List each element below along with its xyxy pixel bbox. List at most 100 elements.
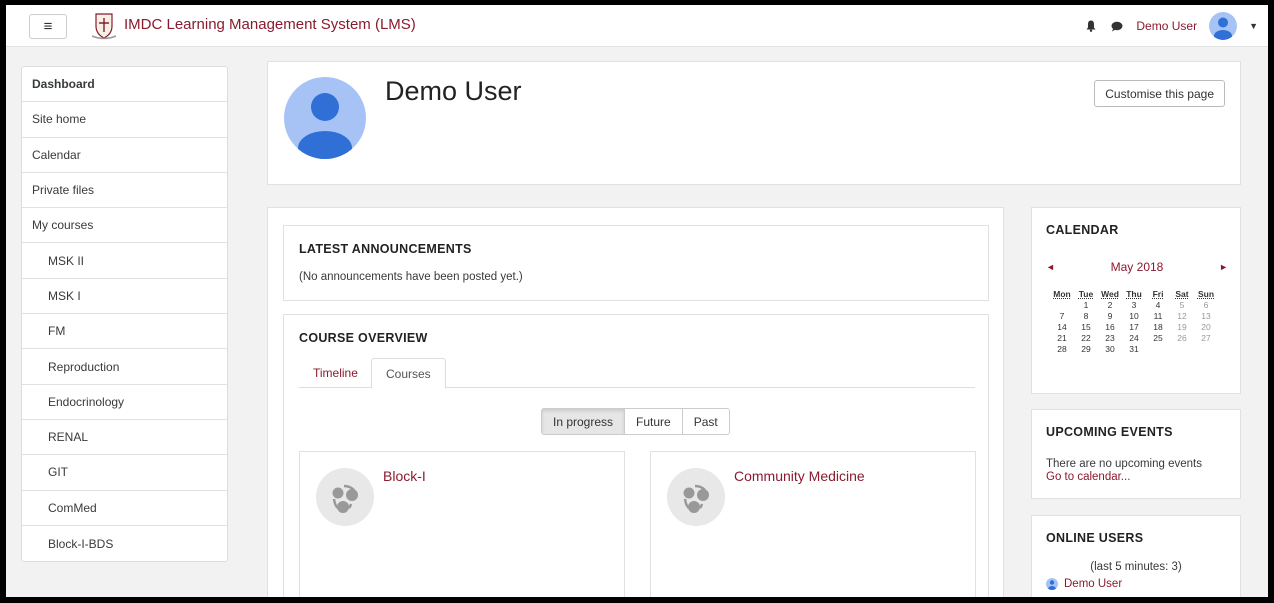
calendar-day[interactable]: 30 [1098, 344, 1122, 355]
online-user-name[interactable]: Demo User [1064, 578, 1122, 590]
weekday-header: Fri [1152, 288, 1164, 299]
course-icon [667, 468, 725, 526]
tab-timeline[interactable]: Timeline [299, 358, 372, 388]
calendar-day[interactable]: 11 [1146, 311, 1170, 322]
weekday-header: Wed [1101, 288, 1119, 299]
calendar-day[interactable]: 29 [1074, 344, 1098, 355]
course-name-link[interactable]: Community Medicine [734, 468, 865, 484]
customise-page-button[interactable]: Customise this page [1094, 80, 1225, 107]
navbar-user-area: Demo User ▼ [1084, 11, 1258, 41]
block-title: ONLINE USERS [1046, 531, 1144, 545]
sidebar-item-calendar[interactable]: Calendar [22, 138, 227, 173]
weekday-header: Sat [1175, 288, 1189, 299]
calendar-day[interactable] [1194, 344, 1218, 355]
calendar-day[interactable]: 20 [1194, 322, 1218, 333]
sidebar-course-item[interactable]: MSK I [22, 279, 227, 315]
go-to-calendar-link[interactable]: Go to calendar... [1046, 471, 1130, 483]
online-users-block: ONLINE USERS (last 5 minutes: 3) Demo Us… [1031, 515, 1241, 597]
course-card[interactable]: Community Medicine [650, 451, 976, 597]
calendar-day[interactable]: 12 [1170, 311, 1194, 322]
filter-in-progress-button[interactable]: In progress [542, 409, 625, 434]
calendar-day[interactable]: 4 [1146, 300, 1170, 311]
latest-announcements-block: LATEST ANNOUNCEMENTS (No announcements h… [283, 225, 989, 301]
calendar-day[interactable]: 8 [1074, 311, 1098, 322]
announcements-text: (No announcements have been posted yet.) [299, 271, 523, 283]
sidebar-item-my-courses[interactable]: My courses [22, 208, 227, 244]
calendar-day[interactable]: 21 [1050, 333, 1074, 344]
sidebar-item-site-home[interactable]: Site home [22, 102, 227, 138]
overview-tabs: Timeline Courses [299, 358, 975, 389]
sidebar-item-private-files[interactable]: Private files [22, 173, 227, 209]
calendar-day[interactable]: 19 [1170, 322, 1194, 333]
calendar-day[interactable]: 6 [1194, 300, 1218, 311]
calendar-day[interactable] [1050, 300, 1074, 311]
calendar-day[interactable]: 3 [1122, 300, 1146, 311]
weekday-header: Thu [1126, 288, 1142, 299]
bell-icon[interactable] [1084, 19, 1098, 33]
sidebar-course-item[interactable]: Reproduction [22, 349, 227, 385]
block-title: LATEST ANNOUNCEMENTS [299, 242, 472, 256]
sidebar-course-item[interactable]: ComMed [22, 491, 227, 526]
sidebar-course-item[interactable]: RENAL [22, 420, 227, 456]
previous-month-icon[interactable]: ◄ [1046, 262, 1055, 272]
calendar-day[interactable]: 23 [1098, 333, 1122, 344]
course-name-link[interactable]: Block-I [383, 468, 426, 484]
sidebar-course-item[interactable]: Endocrinology [22, 385, 227, 420]
block-title: UPCOMING EVENTS [1046, 425, 1173, 439]
calendar-day[interactable]: 16 [1098, 322, 1122, 333]
sidebar-course-item[interactable]: FM [22, 314, 227, 350]
calendar-day[interactable] [1146, 344, 1170, 355]
calendar-week-row: 14 15 16 17 18 19 20 [1050, 322, 1218, 333]
calendar-day[interactable]: 14 [1050, 322, 1074, 333]
chevron-down-icon[interactable]: ▼ [1249, 21, 1258, 31]
calendar-day[interactable]: 27 [1194, 333, 1218, 344]
online-user-item[interactable]: Demo User [1046, 578, 1122, 590]
weekday-header: Tue [1078, 288, 1094, 299]
filter-future-button[interactable]: Future [624, 409, 682, 434]
calendar-month-link[interactable]: May 2018 [1111, 260, 1164, 274]
calendar-day[interactable]: 7 [1050, 311, 1074, 322]
calendar-day[interactable]: 26 [1170, 333, 1194, 344]
calendar-day[interactable]: 22 [1074, 333, 1098, 344]
sidebar-course-item[interactable]: GIT [22, 455, 227, 491]
main-content-region: LATEST ANNOUNCEMENTS (No announcements h… [267, 207, 1004, 597]
calendar-day[interactable]: 10 [1122, 311, 1146, 322]
next-month-icon[interactable]: ► [1219, 262, 1228, 272]
hamburger-menu-button[interactable]: ≡ [29, 14, 67, 39]
calendar-day[interactable]: 5 [1170, 300, 1194, 311]
profile-avatar[interactable] [284, 77, 366, 159]
sidebar-item-dashboard[interactable]: Dashboard [22, 67, 227, 103]
calendar-day[interactable]: 9 [1098, 311, 1122, 322]
calendar-week-row: 7 8 9 10 11 12 13 [1050, 311, 1218, 322]
college-crest-logo [91, 13, 117, 40]
calendar-day[interactable]: 25 [1146, 333, 1170, 344]
calendar-week-row: 28 29 30 31 [1050, 344, 1218, 355]
user-avatar[interactable] [1209, 12, 1238, 40]
course-overview-block: COURSE OVERVIEW Timeline Courses In prog… [283, 314, 989, 597]
calendar-day[interactable]: 24 [1122, 333, 1146, 344]
calendar-day[interactable]: 31 [1122, 344, 1146, 355]
tab-courses[interactable]: Courses [371, 358, 446, 389]
course-card[interactable]: Block-I [299, 451, 625, 597]
calendar-day[interactable]: 17 [1122, 322, 1146, 333]
calendar-day[interactable]: 18 [1146, 322, 1170, 333]
calendar-day[interactable]: 15 [1074, 322, 1098, 333]
chat-bubble-icon[interactable] [1110, 19, 1124, 33]
site-title[interactable]: IMDC Learning Management System (LMS) [124, 16, 416, 33]
weekday-header: Sun [1197, 288, 1215, 299]
filter-past-button[interactable]: Past [681, 409, 729, 434]
calendar-day[interactable]: 2 [1098, 300, 1122, 311]
calendar-day[interactable]: 1 [1074, 300, 1098, 311]
user-menu-name[interactable]: Demo User [1136, 19, 1197, 33]
sidebar-course-item[interactable]: Block-I-BDS [22, 526, 227, 561]
calendar-grid: Mon Tue Wed Thu Fri Sat Sun 1 2 3 4 5 6 … [1050, 287, 1218, 355]
upcoming-events-text: There are no upcoming events [1046, 458, 1202, 470]
weekday-header: Mon [1053, 288, 1071, 299]
calendar-day[interactable]: 13 [1194, 311, 1218, 322]
user-icon [1046, 578, 1058, 590]
calendar-day[interactable] [1170, 344, 1194, 355]
calendar-week-row: 1 2 3 4 5 6 [1050, 300, 1218, 311]
block-title: COURSE OVERVIEW [299, 331, 428, 345]
calendar-day[interactable]: 28 [1050, 344, 1074, 355]
sidebar-course-item[interactable]: MSK II [22, 243, 227, 279]
